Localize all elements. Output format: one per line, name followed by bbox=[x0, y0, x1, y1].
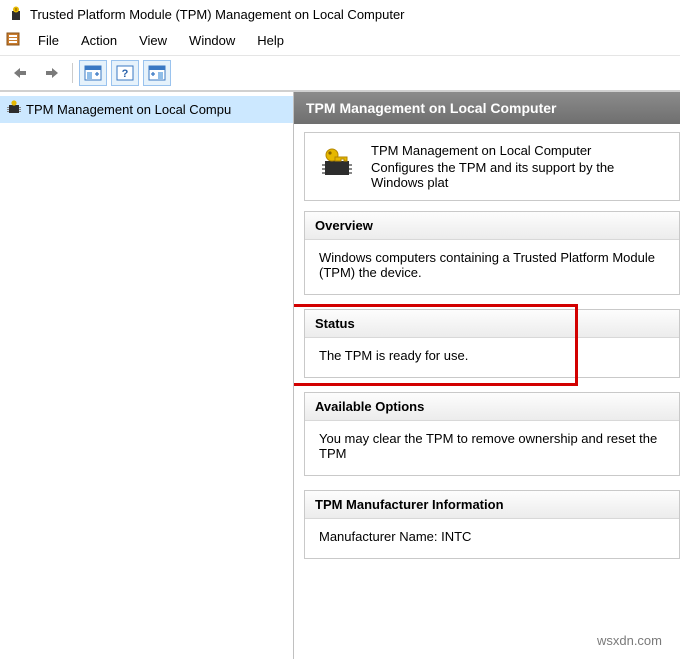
menu-action[interactable]: Action bbox=[71, 30, 127, 51]
back-button[interactable] bbox=[6, 60, 34, 86]
options-header: Available Options bbox=[305, 393, 679, 421]
status-header: Status bbox=[305, 310, 679, 338]
tpm-chip-icon bbox=[6, 100, 22, 119]
content-area: TPM Management on Local Compu TPM Manage… bbox=[0, 91, 680, 659]
status-section: Status The TPM is ready for use. bbox=[304, 309, 680, 378]
detail-pane: TPM Management on Local Computer TPM Man… bbox=[294, 92, 680, 659]
detail-body: TPM Management on Local Computer Configu… bbox=[294, 132, 680, 559]
svg-text:?: ? bbox=[122, 68, 129, 80]
detail-header: TPM Management on Local Computer bbox=[294, 92, 680, 124]
help-button[interactable]: ? bbox=[111, 60, 139, 86]
show-hide-action-pane-button[interactable] bbox=[143, 60, 171, 86]
manufacturer-section: TPM Manufacturer Information Manufacture… bbox=[304, 490, 680, 559]
window-title: Trusted Platform Module (TPM) Management… bbox=[30, 7, 405, 22]
intro-description: Configures the TPM and its support by th… bbox=[371, 160, 667, 190]
menu-window[interactable]: Window bbox=[179, 30, 245, 51]
overview-body: Windows computers containing a Trusted P… bbox=[305, 240, 679, 294]
overview-header: Overview bbox=[305, 212, 679, 240]
tree-pane: TPM Management on Local Compu bbox=[0, 92, 294, 659]
overview-section: Overview Windows computers containing a … bbox=[304, 211, 680, 295]
watermark: wsxdn.com bbox=[597, 633, 662, 648]
status-body: The TPM is ready for use. bbox=[305, 338, 679, 377]
menu-help[interactable]: Help bbox=[247, 30, 294, 51]
options-section: Available Options You may clear the TPM … bbox=[304, 392, 680, 476]
toolbar: ? bbox=[0, 55, 680, 91]
tree-item-tpm-management[interactable]: TPM Management on Local Compu bbox=[0, 96, 293, 123]
intro-title: TPM Management on Local Computer bbox=[371, 143, 667, 158]
title-bar: Trusted Platform Module (TPM) Management… bbox=[0, 0, 680, 28]
tpm-app-icon bbox=[8, 6, 24, 22]
options-body: You may clear the TPM to remove ownershi… bbox=[305, 421, 679, 475]
intro-block: TPM Management on Local Computer Configu… bbox=[304, 132, 680, 201]
menu-file[interactable]: File bbox=[28, 30, 69, 51]
menu-view[interactable]: View bbox=[129, 30, 177, 51]
forward-button[interactable] bbox=[38, 60, 66, 86]
manufacturer-header: TPM Manufacturer Information bbox=[305, 491, 679, 519]
tree-item-label: TPM Management on Local Compu bbox=[26, 102, 231, 117]
mmc-icon bbox=[6, 31, 22, 50]
show-hide-tree-button[interactable] bbox=[79, 60, 107, 86]
toolbar-separator bbox=[72, 63, 73, 83]
manufacturer-body: Manufacturer Name: INTC bbox=[305, 519, 679, 558]
tpm-key-icon bbox=[317, 143, 357, 186]
status-section-wrap: Status The TPM is ready for use. bbox=[294, 309, 680, 378]
menu-bar: File Action View Window Help bbox=[0, 28, 680, 55]
